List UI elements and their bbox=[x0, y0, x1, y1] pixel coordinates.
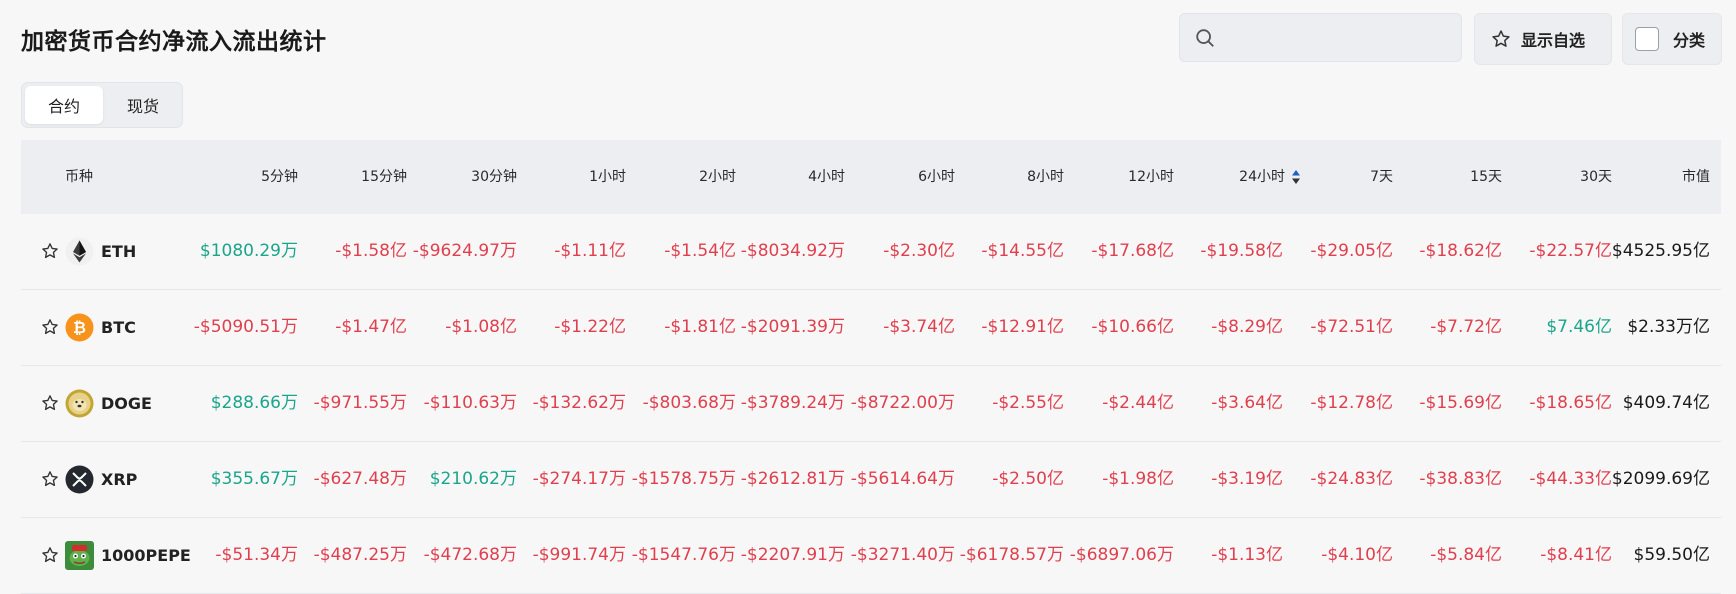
header-13[interactable]: 30天 bbox=[1507, 140, 1612, 214]
svg-text:₿: ₿ bbox=[73, 318, 86, 337]
favorite-star-icon[interactable] bbox=[41, 318, 59, 336]
header-label: 市值 bbox=[1682, 169, 1710, 185]
header-label: 24小时 bbox=[1239, 169, 1285, 185]
xrp-icon bbox=[65, 465, 94, 494]
header-1[interactable]: 5分钟 bbox=[193, 140, 298, 214]
table-row[interactable]: ETH $1080.29万 -$1.58亿 -$9624.97万 -$1.11亿 -$1.… bbox=[21, 214, 1721, 290]
favorite-star-icon[interactable] bbox=[41, 546, 59, 564]
market-cap-cell: $4525.95亿 bbox=[1611, 241, 1710, 261]
search-input[interactable] bbox=[1179, 13, 1462, 62]
header-2[interactable]: 15分钟 bbox=[302, 140, 407, 214]
header-label: 30分钟 bbox=[471, 169, 517, 185]
netflow-table: 币种 5分钟 15分钟 30分钟 1小时 2小时 4小时 6小时 8小时 12小时 24小时 7天 1… bbox=[21, 140, 1721, 594]
star-icon bbox=[1492, 30, 1510, 47]
page-title: 加密货币合约净流入流出统计 bbox=[21, 29, 327, 55]
header-coin[interactable]: 币种 bbox=[65, 140, 93, 214]
coin-symbol[interactable]: XRP bbox=[101, 442, 137, 517]
header-14[interactable]: 市值 bbox=[1605, 140, 1710, 214]
header-label: 2小时 bbox=[699, 169, 736, 185]
table-row[interactable]: 1000PEPE -$51.34万 -$487.25万 -$472.68万 -$991.… bbox=[21, 518, 1721, 594]
favorite-star-icon[interactable] bbox=[41, 242, 59, 260]
favorite-star-icon[interactable] bbox=[41, 470, 59, 488]
header-label: 7天 bbox=[1370, 169, 1393, 185]
eth-icon bbox=[65, 237, 94, 266]
header-label: 6小时 bbox=[918, 169, 955, 185]
header-label: 8小时 bbox=[1027, 169, 1064, 185]
table-header: 币种 5分钟 15分钟 30分钟 1小时 2小时 4小时 6小时 8小时 12小时 24小时 7天 1… bbox=[21, 140, 1721, 214]
market-cap-cell: $59.50亿 bbox=[1633, 545, 1710, 565]
category-checkbox[interactable] bbox=[1635, 27, 1659, 51]
header-label: 5分钟 bbox=[261, 169, 298, 185]
category-toggle[interactable]: 分类 bbox=[1622, 13, 1722, 65]
doge-icon bbox=[65, 389, 94, 418]
header-label: 1小时 bbox=[589, 169, 626, 185]
header-5[interactable]: 2小时 bbox=[631, 140, 736, 214]
tab-futures[interactable]: 合约 bbox=[25, 86, 103, 124]
header-11[interactable]: 7天 bbox=[1288, 140, 1393, 214]
header-label: 15天 bbox=[1470, 169, 1502, 185]
coin-symbol[interactable]: DOGE bbox=[101, 366, 152, 441]
pepe-icon bbox=[65, 541, 94, 570]
category-label: 分类 bbox=[1673, 31, 1706, 50]
header-4[interactable]: 1小时 bbox=[521, 140, 626, 214]
header-7[interactable]: 6小时 bbox=[850, 140, 955, 214]
tab-spot[interactable]: 现货 bbox=[104, 86, 182, 124]
table-row[interactable]: XRP $355.67万 -$627.48万 $210.62万 -$274.17万 -$1… bbox=[21, 442, 1721, 518]
header-6[interactable]: 4小时 bbox=[740, 140, 845, 214]
favorite-star-icon[interactable] bbox=[41, 394, 59, 412]
header-12[interactable]: 15天 bbox=[1397, 140, 1502, 214]
header-label: 12小时 bbox=[1128, 169, 1174, 185]
header-8[interactable]: 8小时 bbox=[959, 140, 1064, 214]
table-row[interactable]: DOGE $288.66万 -$971.55万 -$110.63万 -$132.62万 -… bbox=[21, 366, 1721, 442]
market-type-tabs: 合约 现货 bbox=[21, 82, 183, 128]
table-body: ETH $1080.29万 -$1.58亿 -$9624.97万 -$1.11亿 -$1.… bbox=[21, 214, 1721, 594]
market-cap-cell: $2.33万亿 bbox=[1627, 317, 1710, 337]
market-cap-cell: $2099.69亿 bbox=[1611, 469, 1710, 489]
coin-symbol[interactable]: ETH bbox=[101, 214, 136, 289]
btc-icon: ₿ bbox=[65, 313, 94, 342]
table-row[interactable]: ₿ BTC -$5090.51万 -$1.47亿 -$1.08亿 -$1.22亿 -$1.8… bbox=[21, 290, 1721, 366]
coin-symbol[interactable]: BTC bbox=[101, 290, 136, 365]
header-10[interactable]: 24小时 bbox=[1196, 140, 1301, 214]
header-3[interactable]: 30分钟 bbox=[412, 140, 517, 214]
search-icon bbox=[1196, 29, 1214, 47]
show-favorites-button[interactable]: 显示自选 bbox=[1474, 13, 1612, 65]
header-9[interactable]: 12小时 bbox=[1069, 140, 1174, 214]
show-favorites-label: 显示自选 bbox=[1521, 31, 1586, 50]
header-label: 4小时 bbox=[808, 169, 845, 185]
header-label: 15分钟 bbox=[361, 169, 407, 185]
market-cap-cell: $409.74亿 bbox=[1622, 393, 1710, 413]
